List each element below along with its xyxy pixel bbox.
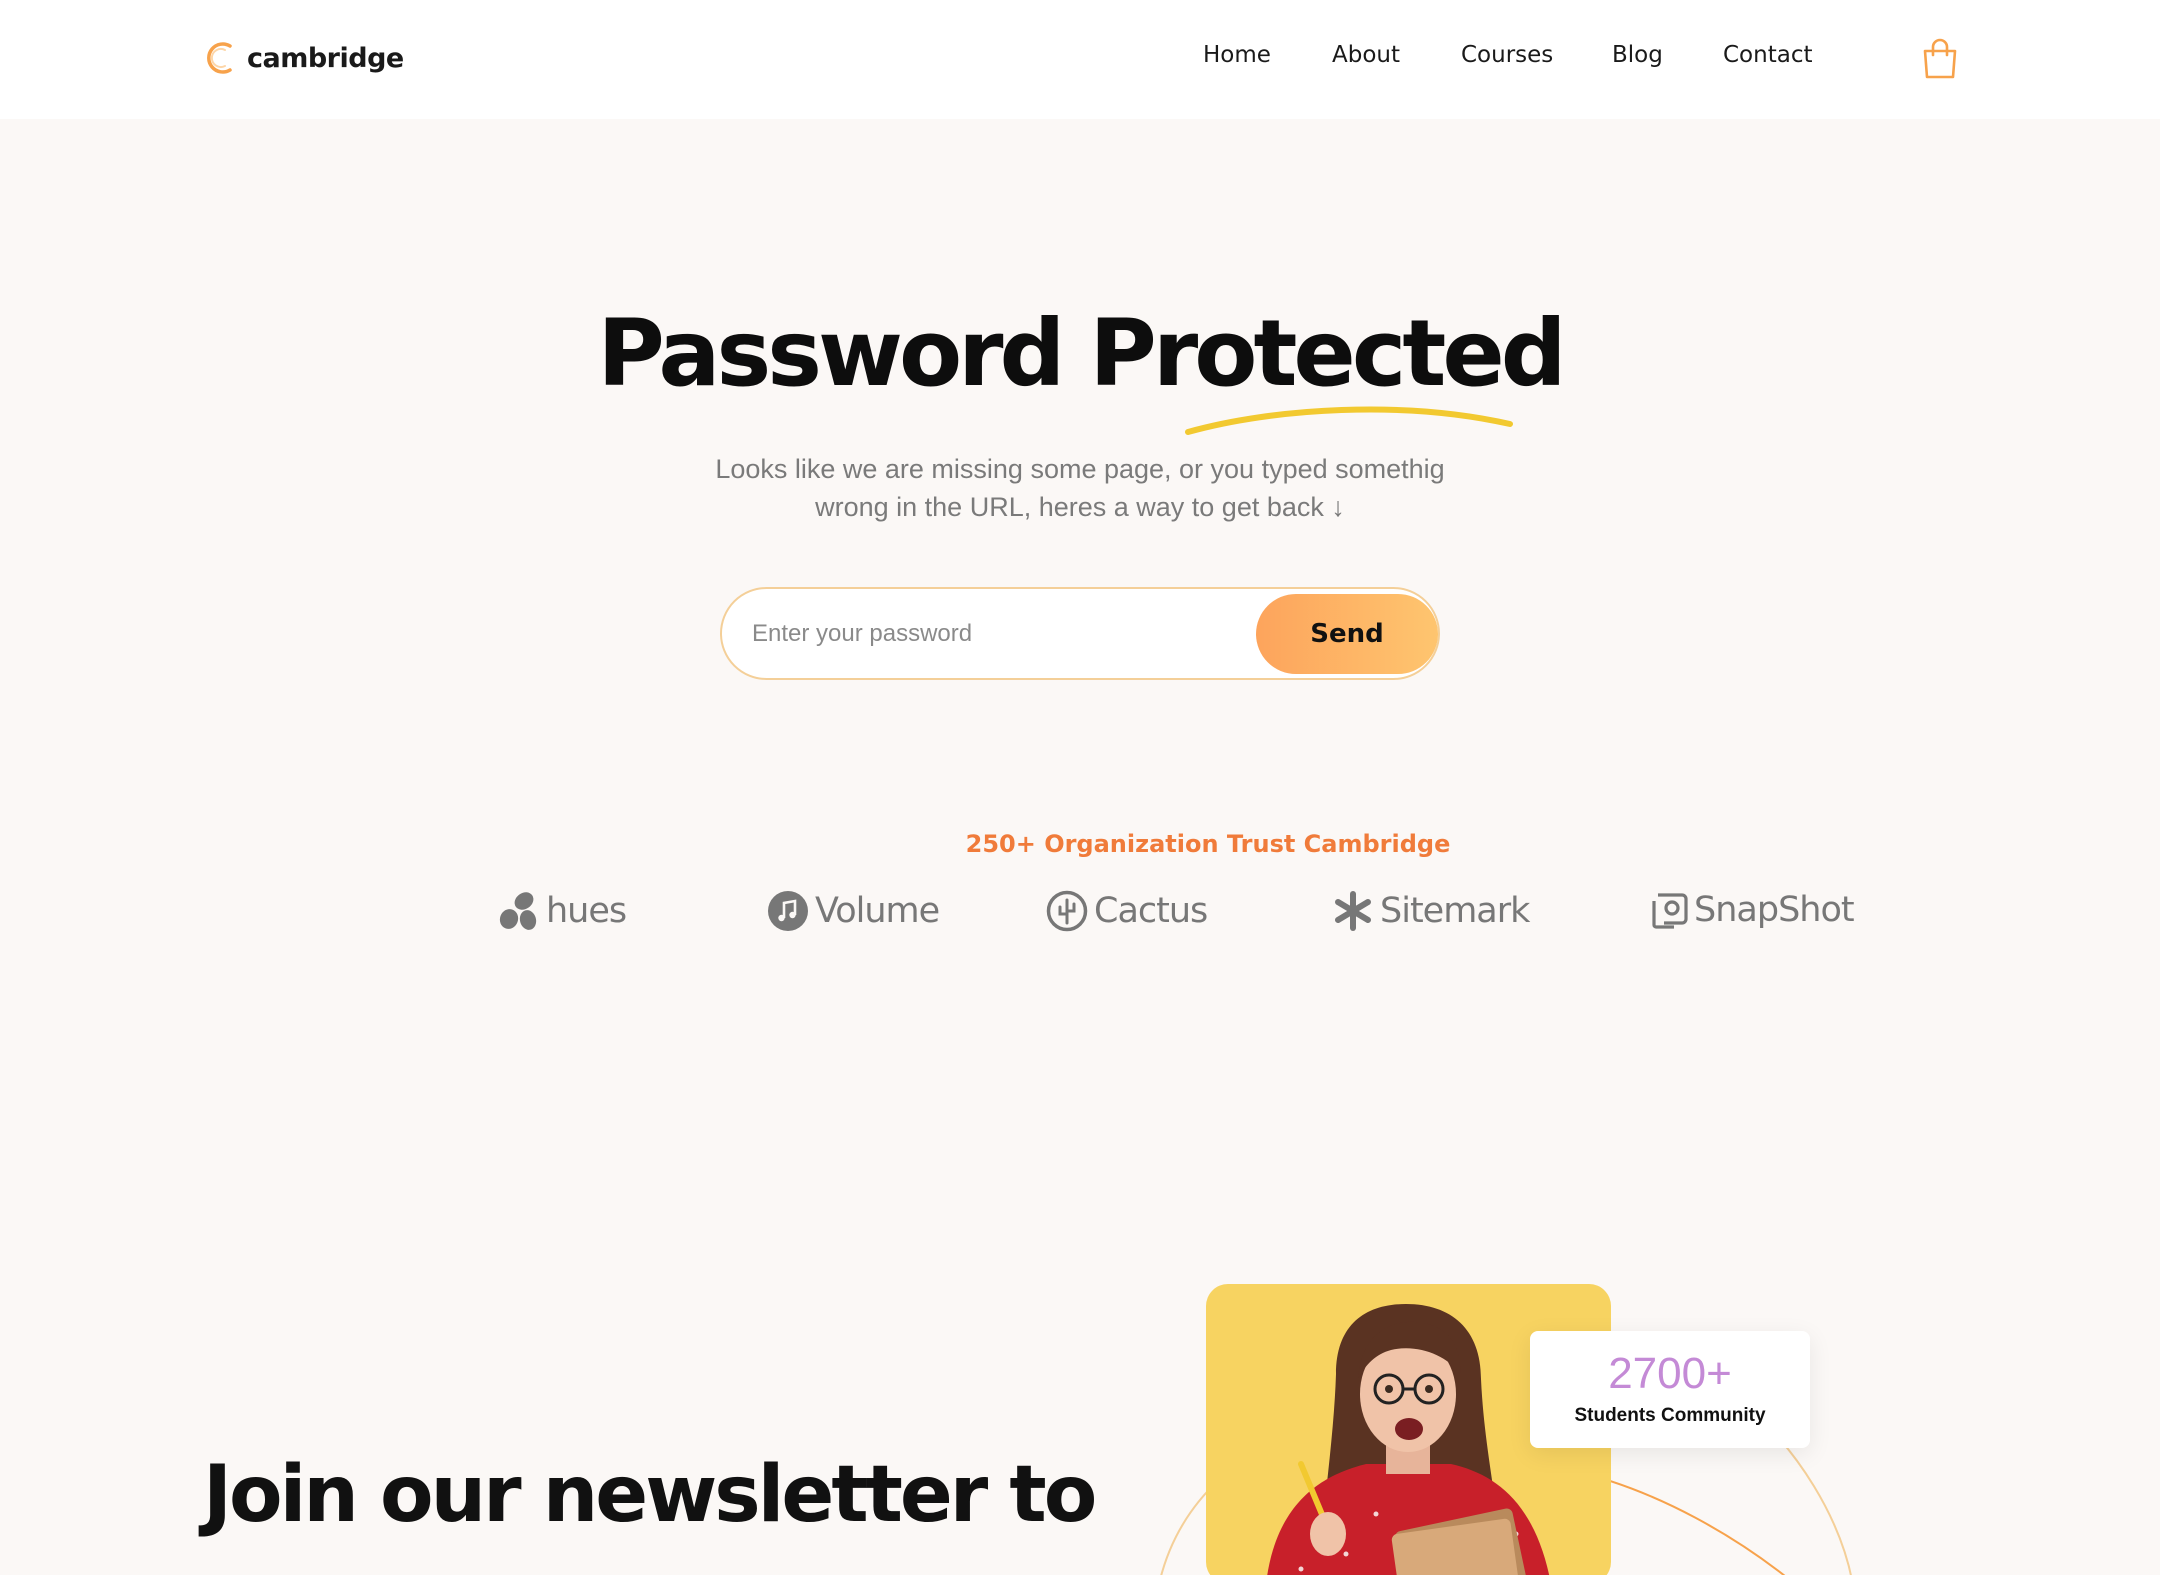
brand-name-hues: hues: [546, 891, 627, 931]
shopping-bag-icon[interactable]: [1921, 38, 1959, 80]
brand-name-volume: Volume: [815, 891, 940, 931]
brand-name-snapshot: SnapShot: [1694, 890, 1855, 930]
hues-logo-icon: [499, 892, 537, 930]
subtitle-line-1: Looks like we are missing some page, or …: [715, 454, 1445, 484]
page-title: Password Protected: [597, 300, 1566, 407]
asterisk-icon: [1335, 891, 1371, 931]
students-label: Students Community: [1574, 1405, 1766, 1426]
brand-name-cactus: Cactus: [1094, 891, 1208, 931]
nav-home[interactable]: Home: [1203, 42, 1271, 68]
newsletter-title: Join our newsletter to: [203, 1450, 1097, 1540]
brand-hues: hues: [498, 890, 627, 932]
nav-contact[interactable]: Contact: [1723, 42, 1812, 68]
students-count: 2700+: [1608, 1349, 1732, 1398]
brand-name-sitemark: Sitemark: [1380, 891, 1530, 931]
nav-blog[interactable]: Blog: [1612, 42, 1663, 68]
send-button[interactable]: Send: [1256, 594, 1438, 674]
brand-cactus: Cactus: [1046, 890, 1208, 932]
camera-icon: [1652, 893, 1688, 929]
cactus-icon: [1046, 890, 1088, 932]
students-stat-card: 2700+ Students Community: [1530, 1331, 1810, 1448]
brand-volume: Volume: [767, 890, 940, 932]
brand-snapshot: SnapShot: [1652, 890, 1855, 930]
main-nav: Home About Courses Blog Contact: [0, 42, 2160, 78]
password-input[interactable]: [752, 603, 1232, 665]
music-note-icon: [768, 891, 808, 931]
title-underline-decoration: [1185, 406, 1513, 435]
brand-sitemark: Sitemark: [1332, 890, 1530, 932]
nav-about[interactable]: About: [1332, 42, 1400, 68]
password-form: Send: [720, 587, 1440, 680]
page-subtitle: Looks like we are missing some page, or …: [680, 450, 1480, 526]
nav-courses[interactable]: Courses: [1461, 42, 1553, 68]
subtitle-line-2: wrong in the URL, heres a way to get bac…: [815, 492, 1345, 522]
site-header: cambridge Home About Courses Blog Contac…: [0, 0, 2160, 119]
trust-heading: 250+ Organization Trust Cambridge: [965, 830, 1451, 858]
